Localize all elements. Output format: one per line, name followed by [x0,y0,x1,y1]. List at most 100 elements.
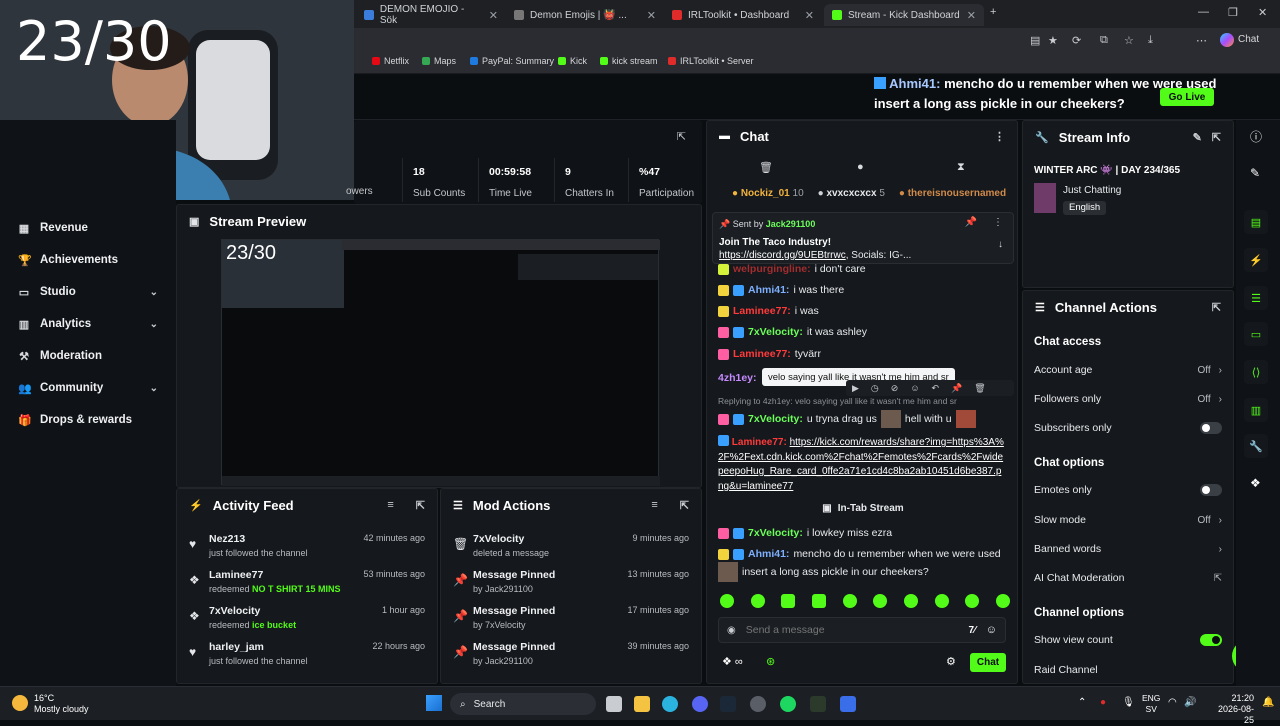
rail-list-icon[interactable]: ☰ [1244,286,1268,310]
message-input[interactable] [745,624,959,636]
close-window-icon[interactable]: ✕ [1258,6,1267,19]
subscribers-only-toggle[interactable] [1200,422,1222,434]
go-live-button[interactable]: Go Live [1160,88,1214,106]
emote-icon[interactable] [781,594,796,608]
app-icon[interactable] [840,696,856,712]
bookmark-kick-stream[interactable]: kick stream [600,56,658,66]
chat-user[interactable]: Ahmi41: [748,284,789,296]
bookmark-irltoolkit[interactable]: IRLToolkit • Server [668,56,754,66]
chat-user[interactable]: 4zh1ey: [718,372,757,384]
rail-wrench-icon[interactable]: 🔧 [1244,434,1268,458]
edit-icon[interactable]: ✎ [1250,166,1260,180]
ai-moderation-row[interactable]: AI Chat Moderation ⇱ [1034,568,1222,588]
chat-user[interactable]: 7xVelocity: [748,326,803,338]
points-icon[interactable]: ❖ [1250,476,1261,490]
pinned-link[interactable]: https://discord.gg/9UEBtrrwc [719,250,846,261]
maximize-icon[interactable]: ❐ [1228,6,1238,19]
favorite-star-icon[interactable]: ★ [1048,34,1058,47]
reply-icon[interactable]: ▶ [852,383,859,394]
popout-icon[interactable]: ⇱ [680,499,689,512]
stream-preview-video[interactable]: 23/30 [221,239,660,486]
close-icon[interactable]: ✕ [805,9,814,22]
reader-icon[interactable]: ▤ [1030,34,1040,47]
bookmark-paypal[interactable]: PayPal: Summary [470,56,554,66]
bookmark-maps[interactable]: Maps [422,56,456,66]
rail-lightning-icon[interactable]: ⚡ [1244,248,1268,272]
extension-icon[interactable]: ⟳ [1072,34,1081,47]
emotes-only-toggle[interactable] [1200,484,1222,496]
popout-icon[interactable]: ⇱ [416,499,425,512]
rail-code-icon[interactable]: ⟨⟩ [1244,360,1268,384]
chat-user[interactable]: Laminee77: [732,437,787,448]
sidebar-item-community[interactable]: 👥 Community ⌄ [0,374,176,402]
stream-category[interactable]: Just Chatting [1063,185,1121,196]
chat-user[interactable]: Laminee77: [733,305,791,317]
popout-icon[interactable]: ⇱ [1212,131,1221,144]
more-icon[interactable]: ⋯ [1196,34,1207,47]
emote-icon[interactable] [995,594,1010,608]
spotify-icon[interactable] [780,696,796,712]
obs-icon[interactable] [750,696,766,712]
edit-icon[interactable]: ✎ [1193,131,1202,144]
close-icon[interactable]: ✕ [967,9,976,22]
sidebar-item-achievements[interactable]: 🏆 Achievements [0,246,176,274]
top-chatter[interactable]: ● Nockiz_01 10 [732,188,804,199]
emote-icon[interactable] [720,594,734,608]
top-chatter[interactable]: ● xvxcxcxcx 5 [818,188,885,199]
emote-icon[interactable] [842,594,857,608]
pinned-sender-name[interactable]: Jack291100 [766,219,816,229]
download-icon[interactable]: ⤓ [1148,34,1153,47]
top-chatter[interactable]: ● thereisnousernamed [899,188,1006,199]
app-icon[interactable] [810,696,826,712]
rail-stream-info-icon[interactable]: ▤ [1244,210,1268,234]
copilot-label[interactable]: Chat [1238,34,1259,45]
discord-icon[interactable] [692,696,708,712]
emote-icon[interactable] [965,594,980,608]
settings-icon[interactable]: ⚙ [946,655,956,668]
banned-words-row[interactable]: Banned words › [1034,539,1222,559]
new-tab-icon[interactable]: + [990,6,996,18]
ban-icon[interactable]: ⊘ [891,383,899,394]
chat-bubble-icon[interactable]: ● [857,161,864,173]
chat-user[interactable]: 7xVelocity: [748,413,803,425]
kick-logo-icon[interactable]: ⊛ [766,655,775,668]
rail-chat-icon[interactable]: ▭ [1244,322,1268,346]
emote-icon[interactable] [873,594,888,608]
emoji-icon[interactable]: ☺ [910,383,919,393]
chat-user[interactable]: Laminee77: [733,348,791,360]
close-icon[interactable]: ✕ [647,9,656,22]
timeout-icon[interactable]: ◷ [871,383,879,394]
microphone-icon[interactable]: 🎙 [1122,697,1135,708]
copilot-icon[interactable] [1220,33,1234,47]
emote-icon[interactable] [750,594,765,608]
trash-icon[interactable]: 🗑 [759,161,773,174]
delete-icon[interactable]: 🗑 [974,383,985,394]
sidebar-item-studio[interactable]: ▭ Studio ⌄ [0,278,176,306]
task-view-icon[interactable] [606,696,622,712]
sidebar-item-analytics[interactable]: ▥ Analytics ⌄ [0,310,176,338]
taskbar-search[interactable]: ⌕ Search [450,693,596,715]
wifi-icon[interactable]: ◠ [1168,697,1177,708]
followers-only-row[interactable]: Followers only Off › [1034,389,1222,409]
emote-icon[interactable] [934,594,949,608]
slow-mode-row[interactable]: Slow mode Off › [1034,510,1222,530]
bookmark-kick[interactable]: Kick [558,56,587,66]
volume-icon[interactable]: 🔊 [1184,697,1196,708]
file-explorer-icon[interactable] [634,696,650,712]
split-screen-icon[interactable]: ⧉ [1100,34,1108,47]
tab-kick-dashboard[interactable]: Stream - Kick Dashboard ✕ [824,4,984,26]
popout-icon[interactable]: ⇱ [677,130,686,143]
points-icon[interactable]: ❖ ∞ [722,655,743,668]
edge-icon[interactable] [662,696,678,712]
more-vertical-icon[interactable]: ⋮ [994,130,1005,143]
clock[interactable]: 21:20 2026-08-25 [1214,693,1254,726]
chat-user[interactable]: welpurgingline: [733,263,811,275]
emoji-icon[interactable]: ☺ [986,624,997,636]
sidebar-item-revenue[interactable]: ▦ Revenue [0,214,176,242]
emote-icon[interactable] [903,594,918,608]
tab-irltoolkit[interactable]: IRLToolkit • Dashboard ✕ [664,4,822,26]
filter-icon[interactable]: ≡ [387,499,393,511]
favorites-icon[interactable]: ☆ [1124,34,1134,47]
chat-user[interactable]: 7xVelocity: [748,527,803,539]
raid-channel-row[interactable]: Raid Channel [1034,660,1222,680]
